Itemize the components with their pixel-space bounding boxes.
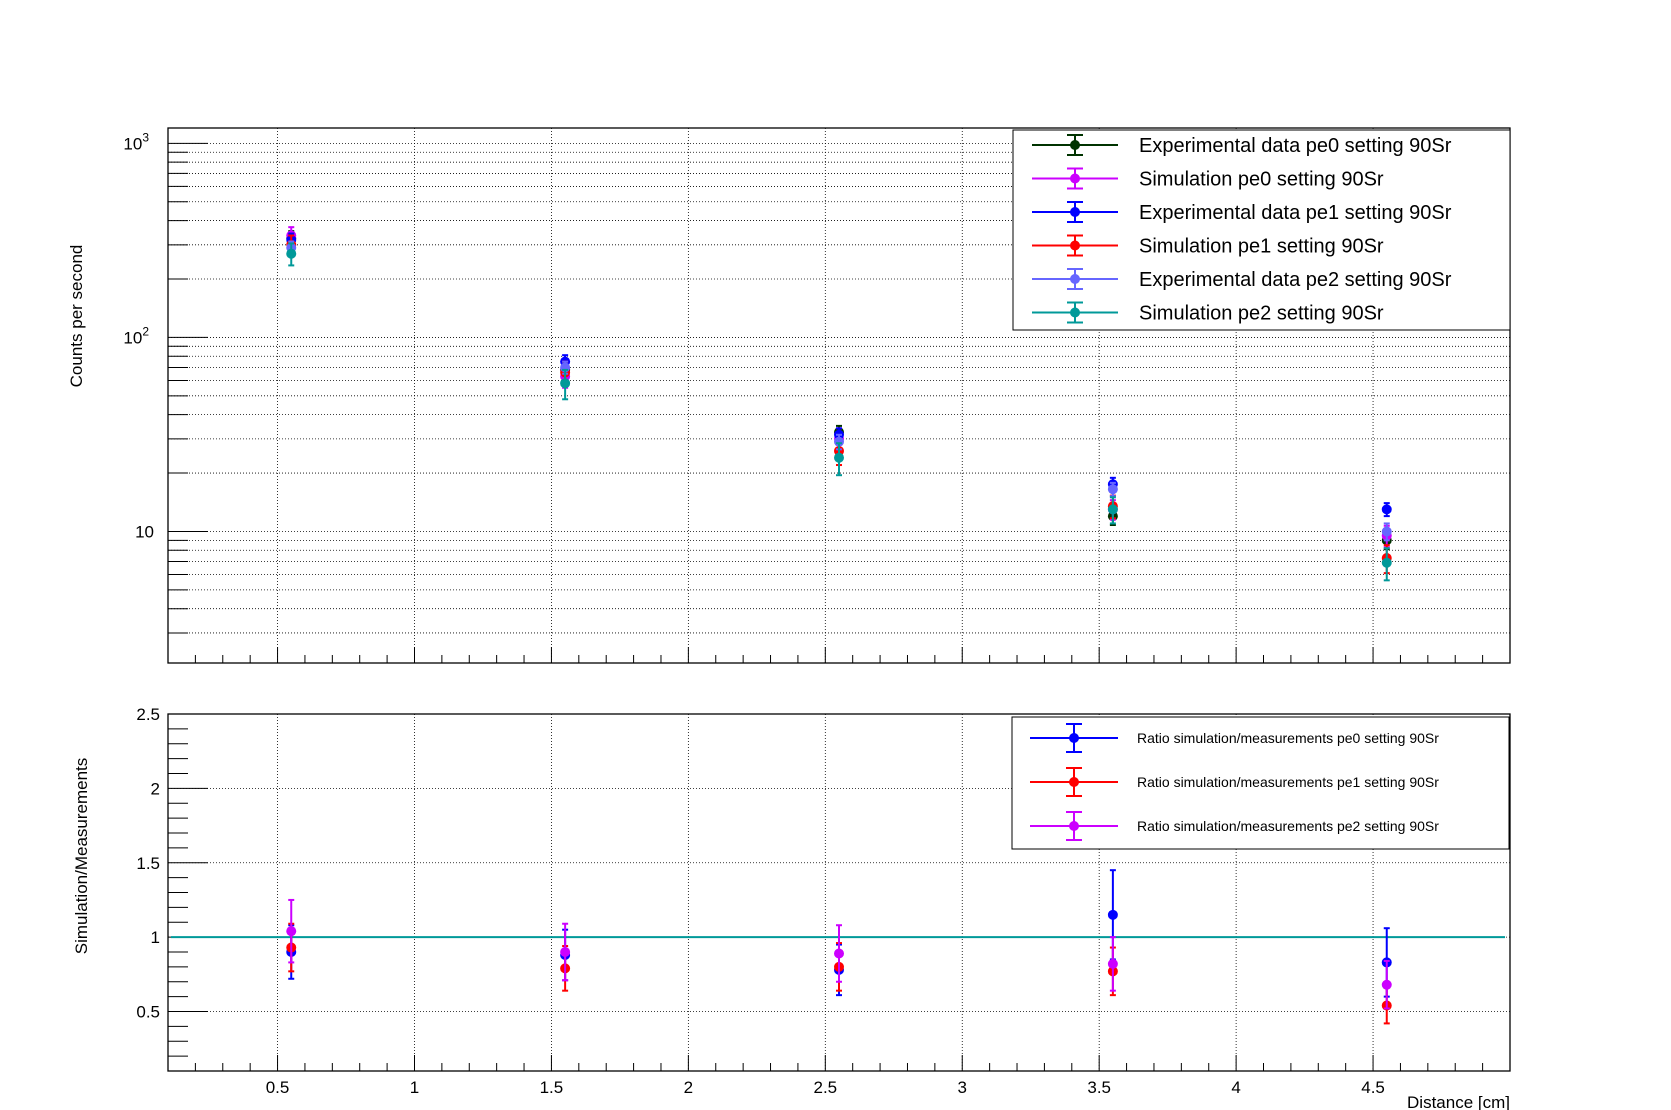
data-point xyxy=(1107,504,1118,515)
data-point xyxy=(834,452,844,463)
legend-marker xyxy=(1070,207,1080,217)
x-tick-label: 2 xyxy=(684,1078,693,1097)
data-point xyxy=(286,926,297,937)
data-point xyxy=(286,248,297,259)
x-tick-label: 4.5 xyxy=(1361,1078,1385,1097)
legend-label: Simulation pe2 setting 90Sr xyxy=(1139,303,1384,325)
figure: 10 102 103 Counts per second Experimental … xyxy=(67,127,1511,1110)
x-tick-label: 0.5 xyxy=(266,1078,290,1097)
x-tick-label: 1 xyxy=(410,1078,419,1097)
y-tick-label: 1.5 xyxy=(136,854,160,873)
data-point xyxy=(1381,504,1392,515)
x-tick-label: 4 xyxy=(1231,1078,1240,1097)
y-tick-label: 2.5 xyxy=(136,705,160,724)
y-tick-label: 1 xyxy=(151,928,160,947)
bottom-x-axis-title: Distance [cm] xyxy=(1407,1093,1510,1110)
legend-marker xyxy=(1070,173,1080,184)
data-point xyxy=(834,948,844,959)
bottom-legend: Ratio simulation/measurements pe0 settin… xyxy=(1011,716,1510,850)
legend-label: Experimental data pe1 setting 90Sr xyxy=(1139,202,1452,224)
legend-box xyxy=(1012,129,1511,331)
y-tick-label: 102 xyxy=(123,324,149,347)
legend-marker xyxy=(1070,274,1080,284)
top-y-axis-title: Counts per second xyxy=(67,245,86,388)
legend-marker xyxy=(1070,240,1080,251)
legend-marker xyxy=(1070,307,1080,318)
data-point xyxy=(1107,958,1118,969)
data-point xyxy=(1381,979,1392,990)
bottom-y-axis-title: Simulation/Measurements xyxy=(72,758,91,955)
legend-label: Experimental data pe2 setting 90Sr xyxy=(1139,269,1452,291)
x-tick-label: 3 xyxy=(958,1078,967,1097)
data-point xyxy=(1381,526,1392,537)
x-tick-label: 1.5 xyxy=(540,1078,564,1097)
legend-label: Simulation pe0 setting 90Sr xyxy=(1139,169,1384,191)
bottom-data-points xyxy=(286,869,1392,1025)
x-tick-label: 2.5 xyxy=(813,1078,837,1097)
data-point xyxy=(1107,909,1118,920)
legend-label: Ratio simulation/measurements pe2 settin… xyxy=(1137,818,1439,834)
legend-marker xyxy=(1069,777,1079,787)
y-tick-label: 0.5 xyxy=(136,1003,160,1022)
legend-label: Ratio simulation/measurements pe1 settin… xyxy=(1137,774,1439,790)
x-tick-label: 3.5 xyxy=(1087,1078,1111,1097)
data-point xyxy=(1381,557,1392,568)
legend-marker xyxy=(1069,821,1079,831)
legend-label: Simulation pe1 setting 90Sr xyxy=(1139,236,1384,258)
y-tick-label: 103 xyxy=(123,130,149,153)
legend-label: Experimental data pe0 setting 90Sr xyxy=(1139,135,1452,157)
top-legend: Experimental data pe0 setting 90Sr Simula… xyxy=(1012,129,1511,331)
data-point xyxy=(560,947,571,957)
legend-marker xyxy=(1069,733,1079,743)
bottom-x-tick-labels: 0.5 1 1.5 2 2.5 3 3.5 4 4.5 xyxy=(266,1078,1385,1097)
legend-label: Ratio simulation/measurements pe0 settin… xyxy=(1137,730,1439,746)
data-point xyxy=(560,378,571,389)
data-point xyxy=(1107,484,1118,495)
bottom-panel: 0.5 1 1.5 2 2.5 0.5 1 1.5 2 2.5 3 3.5 4 4.5 Simulati… xyxy=(72,705,1511,1110)
top-panel: 10 102 103 Counts per second Experimental … xyxy=(67,127,1511,664)
top-y-tick-labels: 10 102 103 xyxy=(123,130,154,541)
y-tick-label: 10 xyxy=(135,522,154,541)
y-tick-label: 2 xyxy=(151,779,160,798)
legend-marker xyxy=(1070,140,1080,150)
bottom-y-tick-labels: 0.5 1 1.5 2 2.5 xyxy=(136,705,160,1022)
